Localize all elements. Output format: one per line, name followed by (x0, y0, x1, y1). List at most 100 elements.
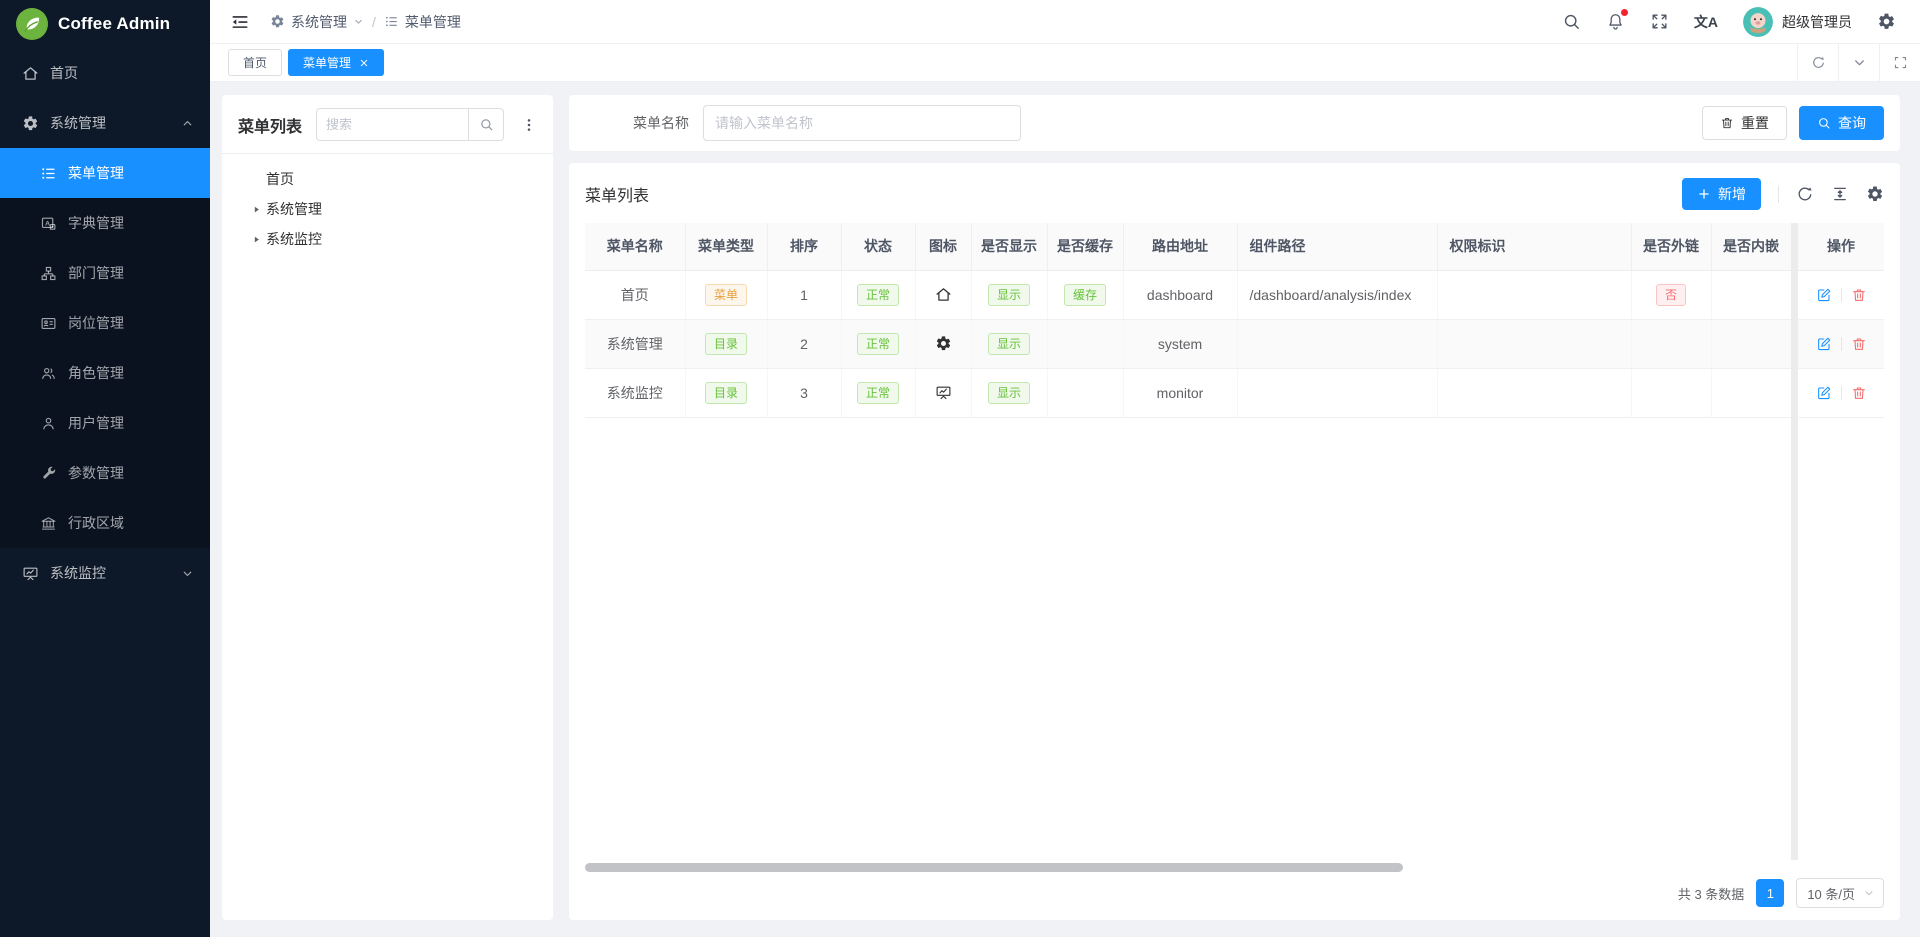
sidebar-item-label: 字典管理 (68, 213, 124, 233)
reset-button[interactable]: 重置 (1702, 106, 1787, 140)
sidebar-item-user-management[interactable]: 用户管理 (0, 398, 210, 448)
delete-icon[interactable] (1851, 336, 1867, 352)
tree-search-button[interactable] (468, 108, 504, 141)
cell-menu-name: 系统监控 (585, 368, 685, 417)
edit-icon[interactable] (1816, 336, 1832, 352)
breadcrumb-parent-label: 系统管理 (291, 12, 347, 32)
cell-external-link (1631, 319, 1711, 368)
roles-icon (40, 365, 57, 382)
tree-node-system-management[interactable]: 系统管理 (238, 194, 537, 224)
maximize-icon[interactable] (1879, 44, 1920, 81)
edit-icon[interactable] (1816, 385, 1832, 401)
table-card-title: 菜单列表 (585, 182, 649, 206)
menu-type-tag: 目录 (705, 333, 747, 355)
delete-icon[interactable] (1851, 287, 1867, 303)
monitor-icon (935, 384, 952, 401)
table-card-header: 菜单列表 新增 (585, 176, 1884, 212)
column-header: 是否内嵌 (1711, 223, 1791, 270)
cell-embedded (1711, 368, 1791, 417)
tree-node-system-monitor[interactable]: 系统监控 (238, 224, 537, 254)
sidebar-item-menu-management[interactable]: 菜单管理 (0, 148, 210, 198)
cell-permission (1437, 270, 1631, 319)
sidebar-item-home[interactable]: 首页 (0, 48, 210, 98)
kebab-menu-icon[interactable] (521, 116, 537, 134)
cell-component-path (1237, 368, 1437, 417)
search-icon (1817, 116, 1831, 130)
refresh-icon[interactable] (1796, 185, 1814, 203)
monitor-icon (22, 565, 39, 582)
search-icon[interactable] (1562, 12, 1581, 31)
table-row: 系统监控 目录 3 正常 显示 monitor (585, 368, 1884, 417)
menu-table: 菜单名称 菜单类型 排序 状态 图标 是否显示 是否缓存 路由地址 组件路径 (585, 223, 1884, 418)
tree-node-label: 系统监控 (266, 229, 322, 249)
column-header: 菜单类型 (685, 223, 767, 270)
row-height-icon[interactable] (1831, 185, 1849, 203)
fullscreen-icon[interactable] (1650, 12, 1669, 31)
page-size-select[interactable]: 10 条/页 (1796, 878, 1884, 908)
tree-panel-title: 菜单列表 (238, 113, 302, 137)
menu-name-input[interactable] (703, 105, 1021, 141)
sidebar-item-label: 用户管理 (68, 413, 124, 433)
sidebar-item-parameter-management[interactable]: 参数管理 (0, 448, 210, 498)
app-logo[interactable]: Coffee Admin (0, 0, 210, 48)
menu-list-icon (40, 165, 57, 182)
settings-gear-icon[interactable] (1877, 12, 1896, 31)
triangle-right-icon[interactable] (246, 205, 266, 214)
external-link-tag: 否 (1656, 284, 1686, 306)
close-icon[interactable] (359, 58, 369, 68)
query-button[interactable]: 查询 (1799, 106, 1884, 140)
sidebar-item-system-monitor[interactable]: 系统监控 (0, 548, 210, 598)
gear-icon (270, 14, 285, 29)
sidebar-item-dictionary-management[interactable]: 字典管理 (0, 198, 210, 248)
triangle-right-icon[interactable] (246, 235, 266, 244)
tree-node-label: 首页 (266, 169, 294, 189)
trash-icon (1720, 116, 1734, 130)
sidebar-item-department-management[interactable]: 部门管理 (0, 248, 210, 298)
menu-fold-icon[interactable] (230, 12, 250, 32)
cell-component-path: /dashboard/analysis/index (1237, 270, 1437, 319)
column-header: 操作 (1798, 223, 1884, 270)
menu-type-tag: 菜单 (705, 284, 747, 306)
visible-tag: 显示 (988, 284, 1030, 306)
tab-home[interactable]: 首页 (228, 49, 282, 76)
sidebar-item-label: 角色管理 (68, 363, 124, 383)
column-settings-icon[interactable] (1866, 185, 1884, 203)
sidebar-item-role-management[interactable]: 角色管理 (0, 348, 210, 398)
row-actions (1798, 336, 1884, 352)
pagination: 共 3 条数据 1 10 条/页 (585, 874, 1884, 912)
tab-label: 首页 (243, 54, 267, 71)
status-tag: 正常 (857, 284, 899, 306)
sidebar-submenu-system: 菜单管理 字典管理 部门管理 岗位管理 角色管理 (0, 148, 210, 548)
delete-icon[interactable] (1851, 385, 1867, 401)
horizontal-scrollbar-thumb[interactable] (585, 863, 1403, 872)
table-toolbar: 新增 (1682, 178, 1884, 210)
refresh-icon[interactable] (1797, 44, 1838, 81)
tree-node-home[interactable]: 首页 (238, 164, 537, 194)
query-button-label: 查询 (1838, 113, 1866, 133)
cell-cache (1047, 319, 1123, 368)
home-icon (22, 65, 39, 82)
row-actions (1798, 287, 1884, 303)
breadcrumb-parent[interactable]: 系统管理 (270, 12, 364, 32)
chevron-down-icon[interactable] (1838, 44, 1879, 81)
cell-order: 3 (767, 368, 841, 417)
tab-menu-management[interactable]: 菜单管理 (288, 49, 384, 76)
user-menu[interactable]: 超级管理员 (1743, 7, 1852, 37)
column-header: 菜单名称 (585, 223, 685, 270)
notification-badge (1621, 9, 1628, 16)
sidebar-item-post-management[interactable]: 岗位管理 (0, 298, 210, 348)
edit-icon[interactable] (1816, 287, 1832, 303)
bell-icon[interactable] (1606, 12, 1625, 31)
pagination-page-1[interactable]: 1 (1756, 879, 1784, 907)
dictionary-icon (40, 215, 57, 232)
sidebar-item-system-management[interactable]: 系统管理 (0, 98, 210, 148)
tree-search-input[interactable] (316, 108, 468, 141)
right-column: 菜单名称 重置 查询 (569, 95, 1900, 920)
chevron-down-icon (1863, 887, 1875, 899)
sidebar-item-label: 菜单管理 (68, 163, 124, 183)
table-header-row: 菜单名称 菜单类型 排序 状态 图标 是否显示 是否缓存 路由地址 组件路径 (585, 223, 1884, 270)
translate-icon[interactable]: 文A (1694, 15, 1718, 29)
sidebar-item-administrative-region[interactable]: 行政区域 (0, 498, 210, 548)
add-button[interactable]: 新增 (1682, 178, 1761, 210)
cache-tag: 缓存 (1064, 284, 1106, 306)
